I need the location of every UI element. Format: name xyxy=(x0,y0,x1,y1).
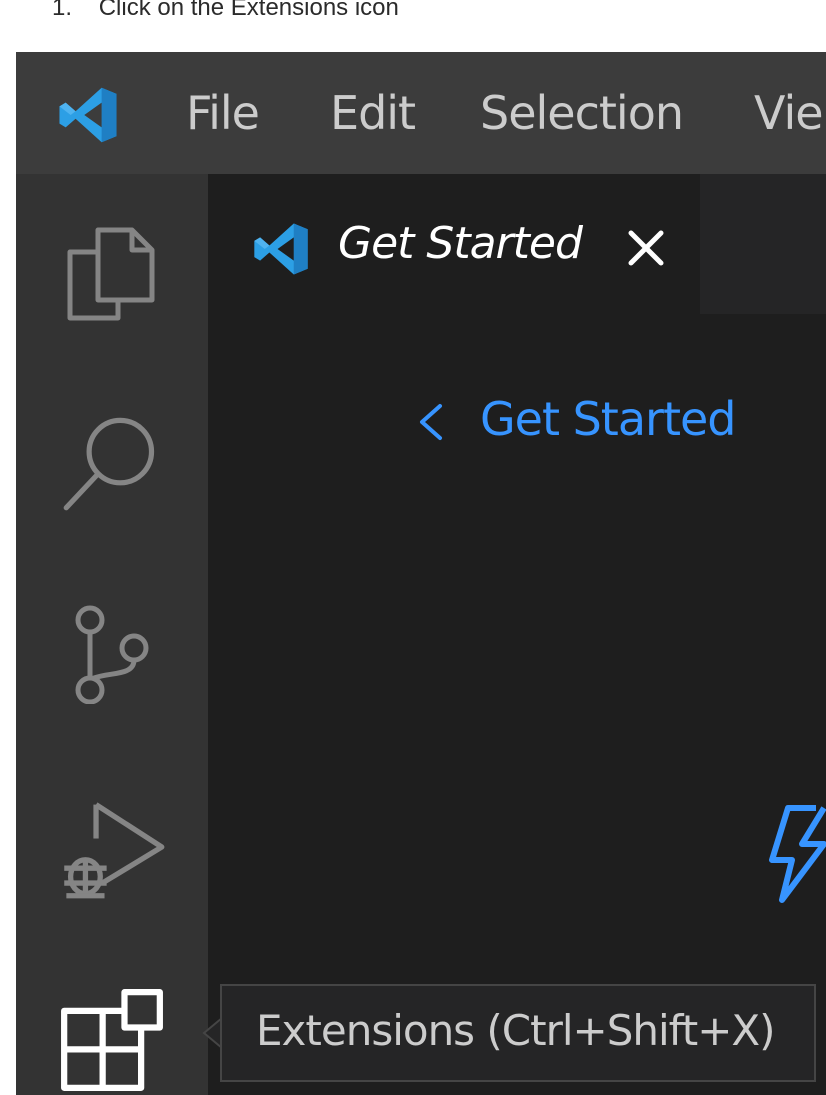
tooltip-text: Extensions (Ctrl+Shift+X) xyxy=(256,1006,776,1055)
menu-selection[interactable]: Selection xyxy=(480,86,684,140)
search-icon[interactable] xyxy=(60,410,164,514)
vscode-window: File Edit Selection Vie Get Started Get … xyxy=(16,52,826,1095)
editor-area: Get Started Get Started xyxy=(208,174,826,1095)
screenshot-page: 1. Click on the Extensions icon File Edi… xyxy=(0,0,826,1095)
extensions-tooltip: Extensions (Ctrl+Shift+X) xyxy=(220,984,816,1082)
extensions-icon[interactable] xyxy=(60,988,164,1092)
title-bar: File Edit Selection Vie xyxy=(16,52,826,174)
back-link-label: Get Started xyxy=(480,392,736,446)
activity-bar xyxy=(16,174,208,1095)
step-number: 1. xyxy=(52,0,73,21)
lightning-icon xyxy=(769,805,826,903)
menu-view[interactable]: Vie xyxy=(754,86,824,140)
vscode-logo-icon xyxy=(254,223,308,275)
instruction-step: 1. Click on the Extensions icon xyxy=(52,0,399,22)
vscode-logo-icon xyxy=(59,87,117,143)
chevron-left-icon xyxy=(420,404,442,440)
tab-get-started[interactable]: Get Started xyxy=(208,174,700,314)
run-debug-icon[interactable] xyxy=(60,794,166,900)
step-text: Click on the Extensions icon xyxy=(98,0,399,21)
menu-file[interactable]: File xyxy=(186,86,260,140)
source-control-icon[interactable] xyxy=(60,604,160,704)
explorer-icon[interactable] xyxy=(60,222,160,322)
tab-strip: Get Started xyxy=(208,174,826,314)
tooltip-arrow xyxy=(202,1018,222,1048)
menu-edit[interactable]: Edit xyxy=(330,86,416,140)
tab-label: Get Started xyxy=(338,218,583,269)
close-icon[interactable] xyxy=(626,228,666,268)
